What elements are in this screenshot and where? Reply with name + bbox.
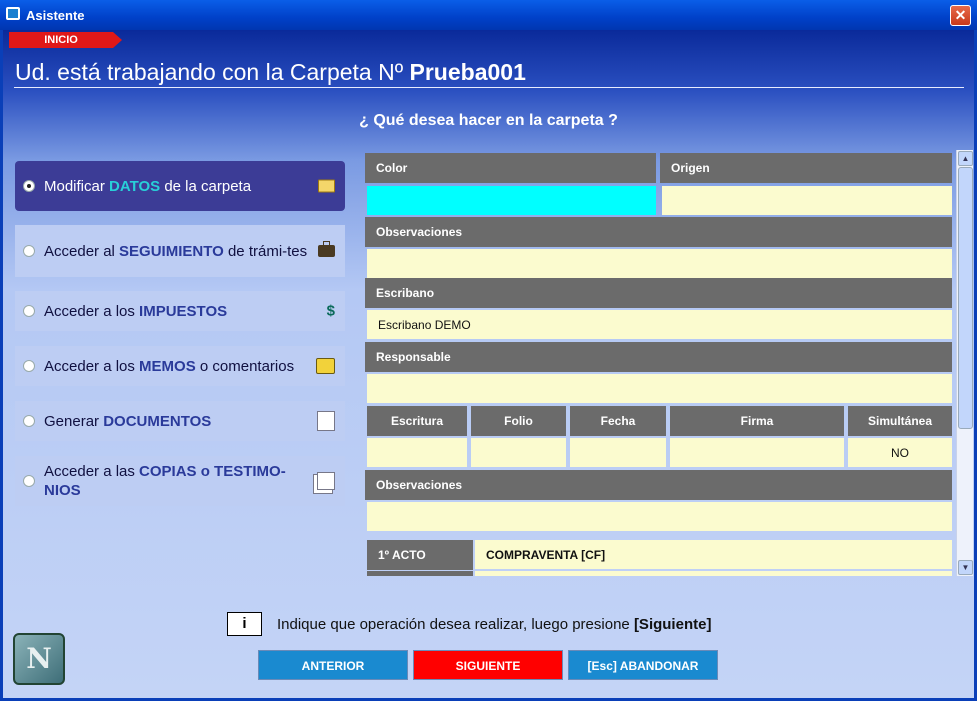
info-icon: i <box>227 612 262 636</box>
title-bar: Asistente ✕ <box>0 0 977 30</box>
responsable-header: Responsable <box>365 342 952 372</box>
header-divider <box>14 87 964 88</box>
page-title: Ud. está trabajando con la Carpeta Nº Pr… <box>15 59 526 86</box>
radio-button[interactable] <box>23 180 35 192</box>
origen-field[interactable] <box>662 186 952 215</box>
wizard-client: INICIO Ud. está trabajando con la Carpet… <box>3 30 974 698</box>
window-title: Asistente <box>26 8 85 23</box>
option-modificar-datos[interactable]: Modificar DATOS de la carpeta <box>15 161 345 211</box>
title-prefix: Ud. está trabajando con la Carpeta Nº <box>15 59 410 85</box>
folder-icon <box>318 179 335 193</box>
radio-button[interactable] <box>23 415 35 427</box>
fecha-field[interactable] <box>570 438 666 467</box>
instruction-row: i Indique que operación desea realizar, … <box>227 612 711 636</box>
option-label: Acceder al SEGUIMIENTO de trámi-tes <box>44 242 308 260</box>
option-label: Acceder a los IMPUESTOS <box>44 302 228 320</box>
acto-header: 1º ACTO <box>367 540 473 570</box>
question-heading: ¿ Qué desea hacer en la carpeta ? <box>359 112 618 129</box>
close-button[interactable]: ✕ <box>950 5 971 26</box>
next-row-value[interactable] <box>475 571 952 576</box>
observaciones-header: Observaciones <box>365 217 952 247</box>
radio-button[interactable] <box>23 475 35 487</box>
option-impuestos[interactable]: Acceder a los IMPUESTOS $ <box>15 291 345 331</box>
app-logo: N <box>13 633 65 685</box>
option-seguimiento[interactable]: Acceder al SEGUIMIENTO de trámi-tes <box>15 225 345 277</box>
folio-header: Folio <box>471 406 566 436</box>
radio-button[interactable] <box>23 305 35 317</box>
next-row-header <box>367 571 473 576</box>
origen-header: Origen <box>660 153 952 183</box>
copies-icon <box>317 472 335 490</box>
simultanea-field[interactable]: NO <box>848 438 952 467</box>
simultanea-header: Simultánea <box>848 406 952 436</box>
abandon-button[interactable]: [Esc] ABANDONAR <box>568 650 718 680</box>
briefcase-icon <box>318 241 335 257</box>
observaciones-2-header: Observaciones <box>365 470 952 500</box>
instruction-text: Indique que operación desea realizar, lu… <box>277 615 712 633</box>
option-label: Modificar DATOS de la carpeta <box>44 177 252 195</box>
option-label: Generar DOCUMENTOS <box>44 412 212 430</box>
next-button[interactable]: SIGUIENTE <box>413 650 563 680</box>
firma-field[interactable] <box>670 438 844 467</box>
option-label: Acceder a las COPIAS o TESTIMO-NIOS <box>44 463 286 499</box>
observaciones-2-field[interactable] <box>367 502 952 531</box>
document-icon <box>317 411 335 431</box>
option-documentos[interactable]: Generar DOCUMENTOS <box>15 401 345 441</box>
inicio-tab[interactable]: INICIO <box>9 32 122 48</box>
firma-header: Firma <box>670 406 844 436</box>
responsable-field[interactable] <box>367 374 952 403</box>
radio-button[interactable] <box>23 245 35 257</box>
dollar-icon: $ <box>326 302 335 320</box>
escribano-header: Escribano <box>365 278 952 308</box>
app-icon <box>6 7 20 20</box>
radio-button[interactable] <box>23 360 35 372</box>
folio-field[interactable] <box>471 438 566 467</box>
panel-scrollbar[interactable]: ▲ ▼ <box>956 150 973 576</box>
scroll-up-icon[interactable]: ▲ <box>958 151 973 166</box>
option-label: Acceder a los MEMOS o comentarios <box>44 357 295 375</box>
acto-value[interactable]: COMPRAVENTA [CF] <box>475 540 952 569</box>
previous-button[interactable]: ANTERIOR <box>258 650 408 680</box>
color-header: Color <box>365 153 656 183</box>
color-field[interactable] <box>367 186 656 215</box>
scroll-down-icon[interactable]: ▼ <box>958 560 973 575</box>
observaciones-field[interactable] <box>367 249 952 278</box>
memo-icon <box>316 358 335 374</box>
escritura-field[interactable] <box>367 438 467 467</box>
folder-data-panel[interactable]: Color Origen Observaciones Escribano Esc… <box>365 150 973 576</box>
folder-name: Prueba001 <box>409 59 526 85</box>
option-copias[interactable]: Acceder a las COPIAS o TESTIMO-NIOS <box>15 456 345 506</box>
escritura-header: Escritura <box>367 406 467 436</box>
fecha-header: Fecha <box>570 406 666 436</box>
option-memos[interactable]: Acceder a los MEMOS o comentarios <box>15 346 345 386</box>
escribano-field[interactable]: Escribano DEMO <box>367 310 952 339</box>
scroll-thumb[interactable] <box>958 167 973 429</box>
